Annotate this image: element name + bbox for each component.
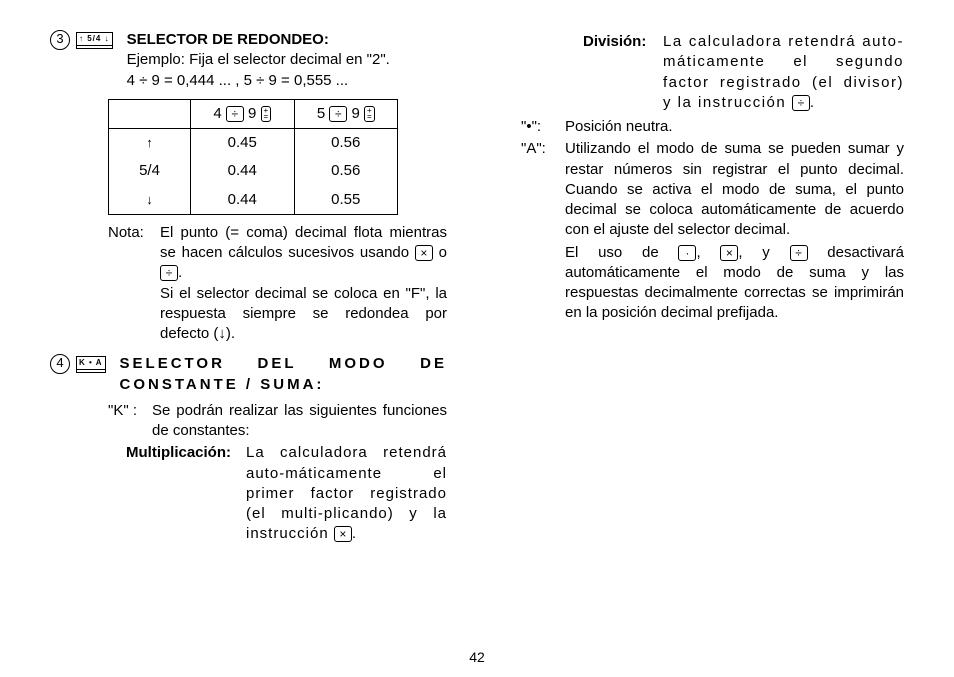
page: 3 ↑ 5/4 ↓ SELECTOR DE REDONDEO: Ejemplo:… [0,0,954,677]
dot-definition: "•": Posición neutra. [521,117,904,137]
rounding-switch-icon: ↑ 5/4 ↓ [76,32,113,46]
k-label: "K" : [108,401,152,442]
section-3-content: SELECTOR DE REDONDEO: Ejemplo: Fija el s… [127,30,447,91]
section-3-formula: 4 ÷ 9 = 0,444 ... , 5 ÷ 9 = 0,555 ... [127,71,447,91]
divide-key-icon: ÷ [792,95,810,111]
a-body: Utilizando el modo de suma se pueden sum… [565,139,904,323]
section-4-title: SELECTOR DEL MODO DE CONSTANTE / SUMA: [120,354,447,395]
multiply-key-icon: × [415,245,433,261]
section-4-header: 4 K • A SELECTOR DEL MODO DE CONSTANTE /… [50,354,447,395]
right-column: División: La calculadora retendrá auto-m… [507,30,904,648]
section-number-3: 3 [50,30,70,50]
plus-minus-key-icon: += [364,106,375,122]
divide-key-icon: ÷ [329,106,347,122]
a-definition: "A": Utilizando el modo de suma se puede… [521,139,904,323]
plus-minus-key-icon: += [261,106,272,122]
division-body: La calculadora retendrá auto-máticamente… [663,32,904,113]
k-definition: "K" : Se podrán realizar las siguientes … [108,401,447,442]
note-label: Nota: [108,223,160,345]
page-number: 42 [50,648,904,667]
division-label: División: [583,32,663,113]
divide-key-icon: ÷ [226,106,244,122]
multiply-key-icon: × [334,526,352,542]
divide-key-icon: ÷ [790,245,808,261]
k-text: Se podrán realizar las siguientes funcio… [152,401,447,442]
section-3-body: 4 ÷ 9 += 5 ÷ 9 += ↑ [108,99,447,345]
section-4-body-left: "K" : Se podrán realizar las siguientes … [108,401,447,545]
multiply-key-icon: × [720,245,738,261]
multiplication-label: Multiplicación: [126,443,246,544]
a-label: "A": [521,139,565,323]
table-row: ↓ 0.44 0.55 [109,186,398,215]
section-3-title: SELECTOR DE REDONDEO: [127,30,447,50]
table-row: ↑ 0.45 0.56 [109,129,398,158]
multiplication-body: La calculadora retendrá auto-máticamente… [246,443,447,544]
table-header-1: 4 ÷ 9 += [191,99,295,128]
table-header-row: 4 ÷ 9 += 5 ÷ 9 += [109,99,398,128]
section-4-content: SELECTOR DEL MODO DE CONSTANTE / SUMA: [120,354,447,395]
two-column-layout: 3 ↑ 5/4 ↓ SELECTOR DE REDONDEO: Ejemplo:… [50,30,904,648]
section-3-header: 3 ↑ 5/4 ↓ SELECTOR DE REDONDEO: Ejemplo:… [50,30,447,91]
table-row: 5/4 0.44 0.56 [109,157,398,185]
left-column: 3 ↑ 5/4 ↓ SELECTOR DE REDONDEO: Ejemplo:… [50,30,447,648]
dot-text: Posición neutra. [565,117,904,137]
a-body-2: El uso de ·, ×, y ÷ desactivará automáti… [565,243,904,324]
divide-key-icon: ÷ [160,265,178,281]
table-header-2: 5 ÷ 9 += [294,99,398,128]
multiplication-row: Multiplicación: La calculadora retendrá … [126,443,447,544]
mode-switch-icon: K • A [76,356,106,370]
dot-label: "•": [521,117,565,137]
division-row: División: La calculadora retendrá auto-m… [583,32,904,113]
rounding-table: 4 ÷ 9 += 5 ÷ 9 += ↑ [108,99,398,215]
section-number-4: 4 [50,354,70,374]
note-body: El punto (= coma) decimal flota mientras… [160,223,447,345]
dot-key-icon: · [678,245,696,261]
section-3-note: Nota: El punto (= coma) decimal flota mi… [108,223,447,345]
section-3-example: Ejemplo: Fija el selector decimal en "2"… [127,50,447,70]
